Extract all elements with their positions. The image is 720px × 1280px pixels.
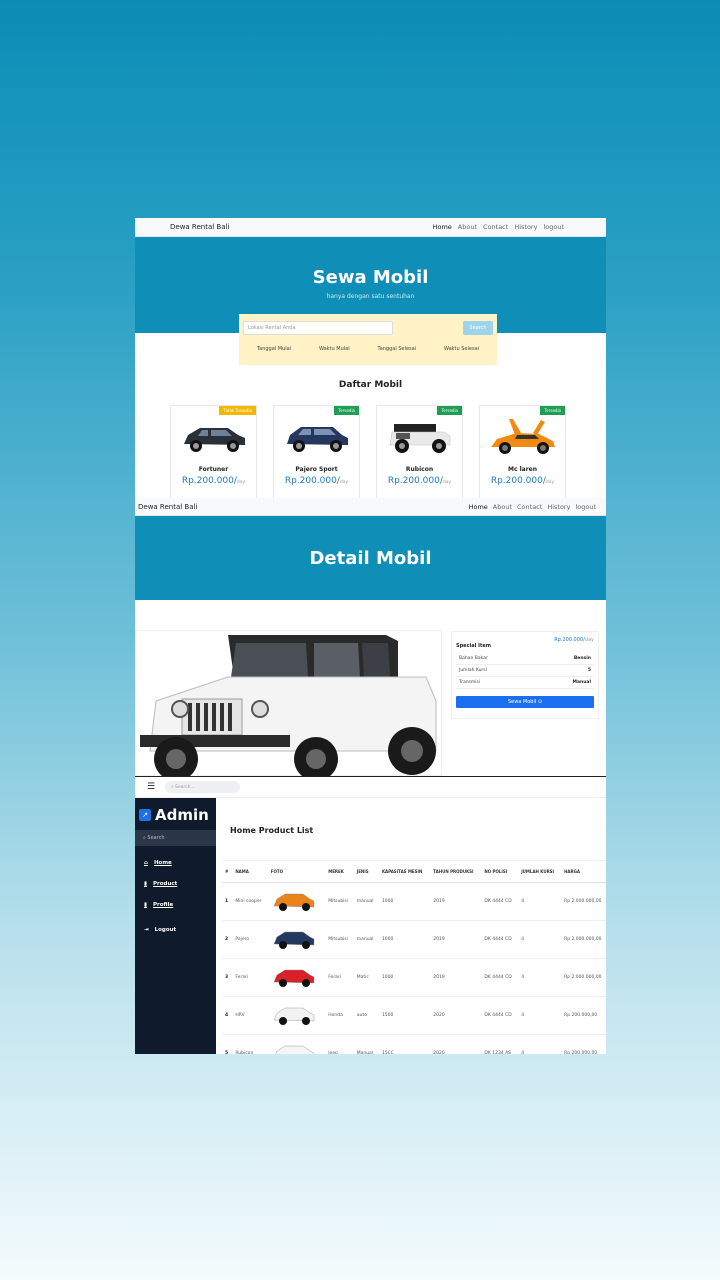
nav-home[interactable]: Home — [469, 503, 488, 511]
landing-page: Dewa Rental Bali Home About Contact Hist… — [135, 218, 606, 498]
spec-title: Special Item — [456, 643, 491, 649]
car-image — [377, 412, 462, 462]
car-card[interactable]: Tersedia Mc laren Rp.200.000/day — [479, 405, 566, 498]
nav-contact[interactable]: Contact — [517, 503, 542, 511]
car-card[interactable]: Tersedia Pajero Sport Rp.200.000/day — [273, 405, 360, 498]
car-image — [171, 412, 256, 462]
admin-sidebar: ↗ Admin ⌕ Search ⌂ Home ▮ Product ▮ Profile… — [135, 798, 216, 1054]
availability-badge: Tidak Tersedia — [219, 406, 256, 415]
bookmark-icon: ▮ — [144, 881, 148, 887]
sidebar-search[interactable]: ⌕ Search — [135, 830, 216, 846]
section-title: Daftar Mobil — [338, 380, 403, 390]
logout-icon: ⇥ — [144, 927, 149, 933]
hero-title: Detail Mobil — [309, 548, 432, 569]
car-card[interactable]: Tidak Tersedia Fortuner Rp.200.000/day — [170, 405, 257, 498]
car-price: Rp.200.000/day — [387, 476, 452, 486]
admin-page: ☰ ⌕ Search... ↗ Admin ⌕ Search ⌂ Home ▮ Pr… — [135, 776, 606, 1054]
car-thumbnail — [267, 958, 326, 997]
spec-card: Special Item Rp.200.000/day Bahan Bakar B… — [451, 631, 599, 719]
navbar: Dewa Rental Bali Home About Contact Hist… — [135, 218, 606, 237]
availability-badge: Tersedia — [437, 406, 462, 415]
car-thumbnail — [267, 920, 326, 959]
nav-logout[interactable]: logout — [543, 223, 564, 231]
end-date-field[interactable]: Tanggal Selesai — [377, 346, 416, 352]
spec-row: Bahan Bakar Bensin — [456, 653, 594, 665]
car-thumbnail — [267, 882, 326, 921]
menu-toggle-icon[interactable]: ☰ — [147, 782, 155, 792]
navbar: Dewa Rental Bali Home About Contact Hist… — [135, 498, 606, 516]
table-row[interactable]: 5 Rubicon Jeep Manual 15CC 2020 DK 1234 AS 4 Rp … — [222, 1034, 606, 1054]
admin-main: Home Product List # NAMA FOTO MEREK JENIS KAP… — [216, 798, 606, 1054]
hero-subtitle: hanya dengan satu sentuhan — [326, 293, 415, 300]
car-card[interactable]: Tersedia Rubicon Rp.200.000/day — [376, 405, 463, 498]
car-name: Pajero Sport — [295, 466, 338, 473]
car-image — [274, 412, 359, 462]
table-row[interactable]: 3 Ferari Ferari Matic 1000 2019 DK 4444 CD 4 Rp … — [222, 958, 606, 997]
table-row[interactable]: 4 HRV Honda auto 1500 2020 DK 4444 CD 4 Rp 200.0… — [222, 996, 606, 1035]
hero: Detail Mobil — [135, 516, 606, 600]
table-row[interactable]: 2 Pajero Mitsubisi manual 1000 2019 DK 4444 CD… — [222, 920, 606, 959]
table-header: # NAMA FOTO MEREK JENIS KAPASITAS MESIN TAHUN … — [222, 860, 606, 883]
nav-logout[interactable]: logout — [575, 503, 596, 511]
sidebar-item-logout[interactable]: ⇥ Logout — [135, 919, 216, 940]
car-price: Rp.200.000/day — [181, 476, 246, 486]
sidebar-item-home[interactable]: ⌂ Home — [135, 852, 216, 873]
start-date-field[interactable]: Tanggal Mulai — [257, 346, 291, 352]
spec-price: Rp.200.000/day — [554, 637, 594, 643]
detail-page: Dewa Rental Bali Home About Contact Hist… — [135, 498, 606, 776]
home-icon: ⌂ — [144, 860, 148, 866]
product-table: # NAMA FOTO MEREK JENIS KAPASITAS MESIN TAHUN … — [222, 860, 606, 1054]
car-photo — [135, 630, 442, 776]
location-input[interactable]: Lokasi Rental Anda — [243, 321, 393, 335]
spec-row: Transmisi Manual — [456, 677, 594, 689]
nav-about[interactable]: About — [458, 223, 477, 231]
search-panel: Lokasi Rental Anda Search Tanggal Mulai … — [239, 314, 497, 365]
nav-home[interactable]: Home — [433, 223, 452, 231]
brand[interactable]: Dewa Rental Bali — [170, 223, 229, 231]
nav-links: Home About Contact History logout — [469, 503, 596, 511]
bookmark-icon: ▮ — [144, 902, 148, 908]
start-time-field[interactable]: Waktu Mulai — [319, 346, 350, 352]
nav-about[interactable]: About — [493, 503, 512, 511]
car-thumbnail — [267, 1034, 326, 1054]
nav-history[interactable]: History — [547, 503, 570, 511]
admin-topbar: ☰ ⌕ Search... — [135, 776, 606, 798]
admin-logo: ↗ Admin — [135, 798, 216, 830]
page-title: Home Product List — [230, 826, 314, 835]
nav-history[interactable]: History — [514, 223, 537, 231]
brand[interactable]: Dewa Rental Bali — [138, 503, 197, 511]
nav-contact[interactable]: Contact — [483, 223, 508, 231]
sidebar-item-profile[interactable]: ▮ Profile — [135, 894, 216, 915]
car-thumbnail — [267, 996, 326, 1035]
car-price: Rp.200.000/day — [490, 476, 555, 486]
car-name: Fortuner — [198, 466, 229, 473]
car-price: Rp.200.000/day — [284, 476, 349, 486]
availability-badge: Tersedia — [334, 406, 359, 415]
car-list: Tidak Tersedia Fortuner Rp.200.000/day T… — [170, 405, 566, 498]
search-button[interactable]: Search — [463, 321, 493, 335]
nav-links: Home About Contact History logout — [433, 223, 564, 231]
end-time-field[interactable]: Waktu Selesai — [444, 346, 479, 352]
table-row[interactable]: 1 Mini cooper Mitsubisi manual 1000 2019 DK 44… — [222, 882, 606, 921]
sidebar-item-product[interactable]: ▮ Product — [135, 873, 216, 894]
logo-icon: ↗ — [139, 809, 151, 821]
spec-row: Jumlah Kursi 5 — [456, 665, 594, 677]
car-name: Rubicon — [405, 466, 434, 473]
hero-title: Sewa Mobil — [312, 267, 429, 288]
search-input[interactable]: ⌕ Search... — [165, 781, 241, 793]
car-image — [480, 412, 565, 462]
availability-badge: Tersedia — [540, 406, 565, 415]
rent-button[interactable]: Sewa Mobil ⊙ — [456, 696, 594, 708]
car-name: Mc laren — [507, 466, 538, 473]
